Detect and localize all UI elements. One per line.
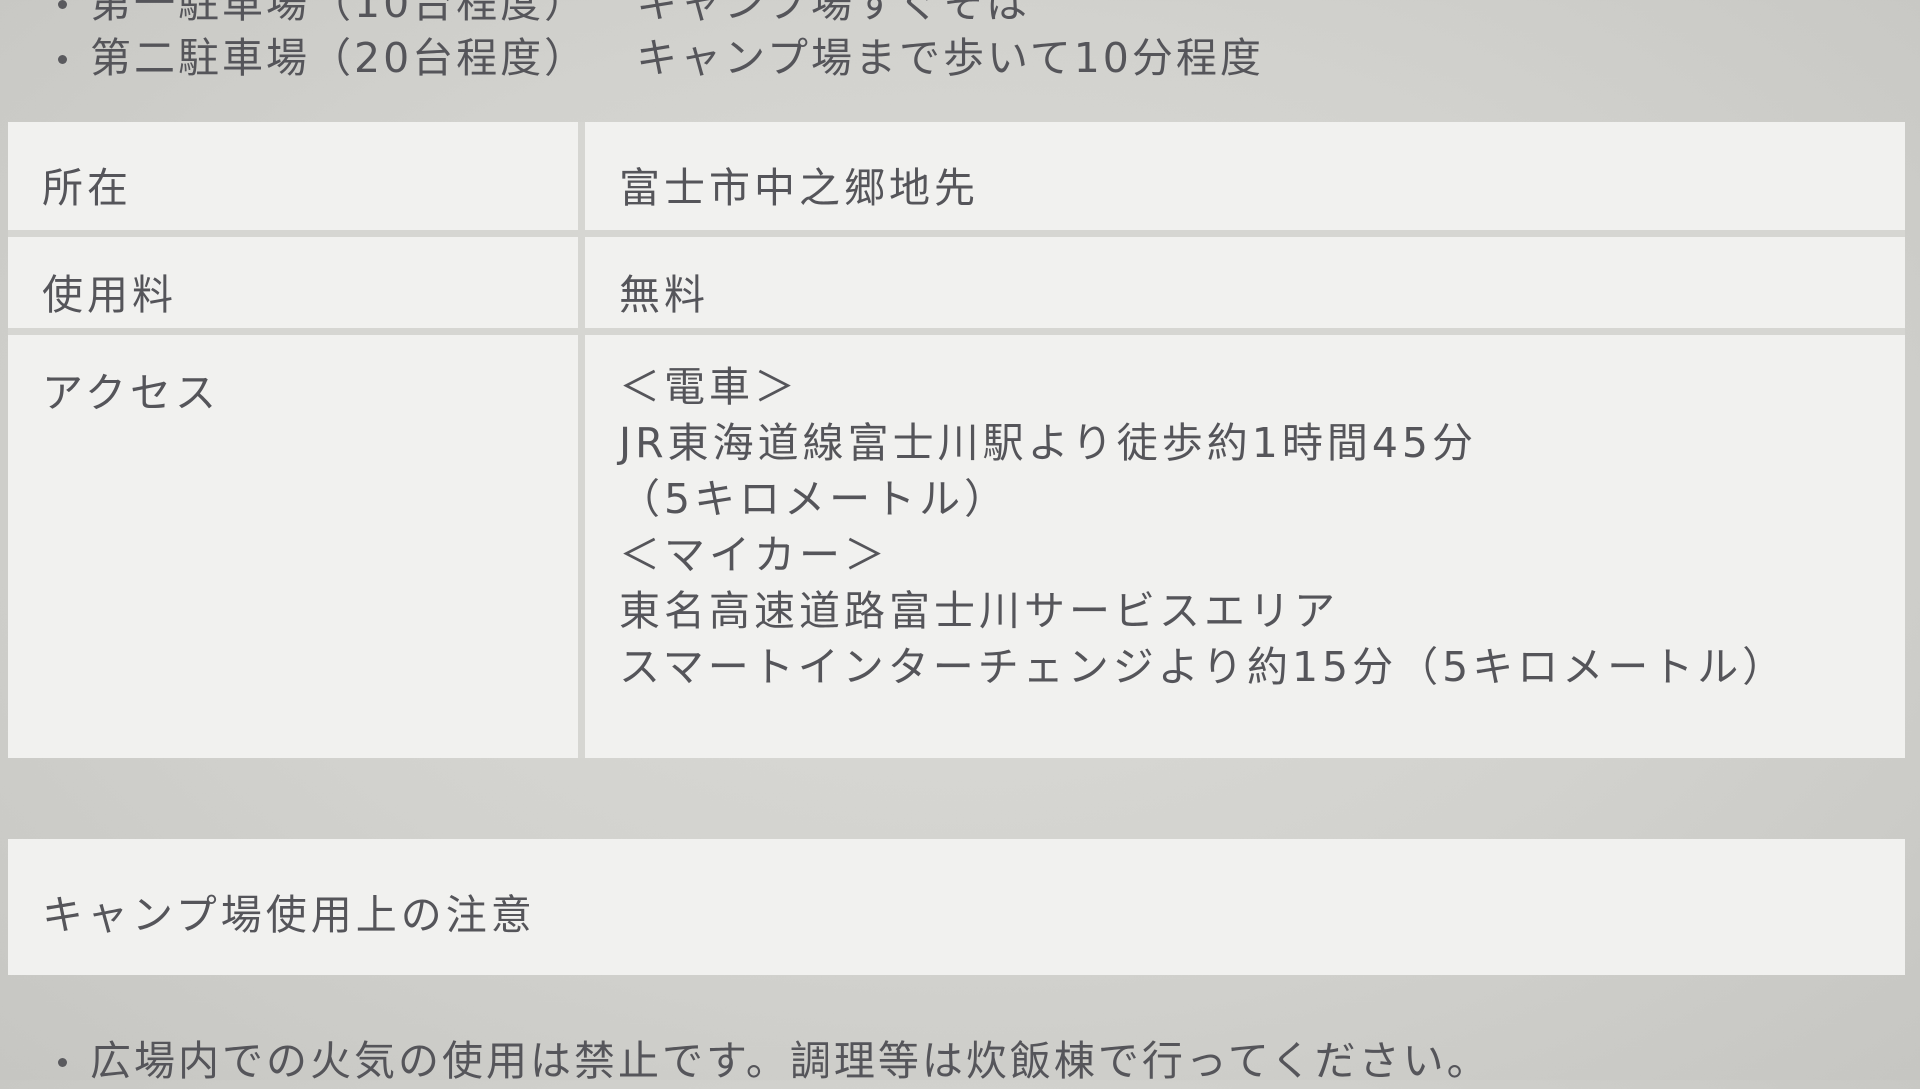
access-line-train-heading: ＜電車＞ — [619, 363, 799, 411]
parking-detail: キャンプ場すぐそば — [636, 0, 1031, 27]
notes-section-title: キャンプ場使用上の注意 — [42, 891, 536, 939]
access-lines: ＜電車＞ JR東海道線富士川駅より徒歩約1時間45分 （5キロメートル） ＜マイ… — [619, 359, 1904, 695]
table-row-location: 所在 富士市中之郷地先 — [8, 122, 1905, 230]
location-value: 富士市中之郷地先 — [585, 122, 1905, 230]
note-text: 広場内での火気の使用は禁止です。調理等は炊飯棟で行ってください。 — [90, 1037, 1491, 1085]
parking-detail: キャンプ場まで歩いて10分程度 — [636, 34, 1264, 82]
access-label: アクセス — [8, 328, 585, 758]
notes-list: 広場内での火気の使用は禁止です。調理等は炊飯棟で行ってください。 — [52, 1034, 1491, 1089]
notes-section-heading: キャンプ場使用上の注意 — [8, 839, 1905, 975]
parking-name: 第一駐車場（10台程度） — [90, 0, 589, 27]
fee-value: 無料 — [585, 230, 1905, 328]
access-line-car-heading: ＜マイカー＞ — [619, 531, 889, 579]
parking-list: 第一駐車場（10台程度） キャンプ場すぐそば 第二駐車場（20台程度） キャンプ場ま… — [52, 0, 1264, 86]
access-line-car-distance: スマートインターチェンジより約15分（5キロメートル） — [619, 643, 1788, 691]
access-line-car-route: 東名高速道路富士川サービスエリア — [619, 587, 1339, 635]
access-value: ＜電車＞ JR東海道線富士川駅より徒歩約1時間45分 （5キロメートル） ＜マイ… — [585, 328, 1905, 758]
location-label: 所在 — [8, 122, 585, 230]
parking-item: 第一駐車場（10台程度） キャンプ場すぐそば — [52, 0, 1264, 31]
info-table: 所在 富士市中之郷地先 使用料 無料 アクセス ＜電車＞ JR東海道線富士川駅よ… — [8, 122, 1905, 758]
note-item: 広場内での火気の使用は禁止です。調理等は炊飯棟で行ってください。 — [52, 1034, 1491, 1089]
table-row-access: アクセス ＜電車＞ JR東海道線富士川駅より徒歩約1時間45分 （5キロメートル… — [8, 328, 1905, 758]
fee-label: 使用料 — [8, 230, 585, 328]
table-row-fee: 使用料 無料 — [8, 230, 1905, 328]
access-line-train-route: JR東海道線富士川駅より徒歩約1時間45分 — [619, 419, 1478, 467]
parking-name: 第二駐車場（20台程度） — [90, 34, 589, 82]
access-line-train-distance: （5キロメートル） — [619, 475, 1010, 523]
parking-item: 第二駐車場（20台程度） キャンプ場まで歩いて10分程度 — [52, 31, 1264, 86]
